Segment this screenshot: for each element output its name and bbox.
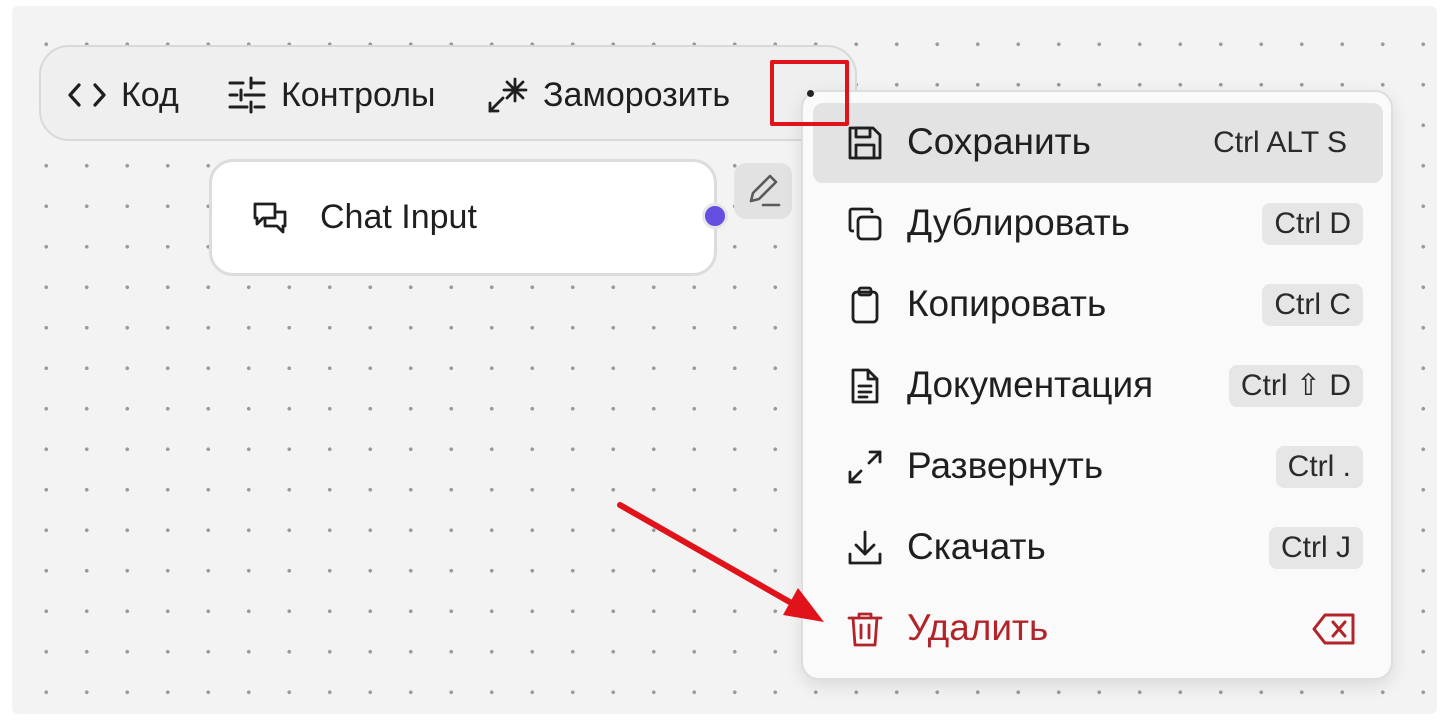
shortcut-badge: Ctrl ALT S — [1213, 126, 1347, 159]
shortcut-badge: Ctrl D — [1262, 203, 1363, 245]
menu-item-expand[interactable]: Развернуть Ctrl . — [813, 427, 1383, 507]
expand-icon — [848, 450, 882, 484]
controls-label: Контролы — [281, 75, 436, 114]
sliders-icon — [228, 76, 266, 114]
menu-item-documentation[interactable]: Документация Ctrl ⇧ D — [813, 346, 1383, 426]
chat-bubbles-icon — [253, 202, 287, 234]
more-options-button[interactable] — [770, 60, 849, 126]
menu-item-label: Скачать — [907, 526, 1046, 567]
more-dots-icon — [807, 90, 814, 97]
code-icon — [68, 83, 106, 107]
menu-item-label: Документация — [907, 364, 1154, 405]
freeze-icon — [488, 77, 528, 113]
menu-item-delete[interactable]: Удалить — [813, 589, 1383, 669]
menu-item-label: Дублировать — [907, 202, 1130, 243]
save-icon — [848, 126, 882, 160]
shortcut-badge: Ctrl J — [1269, 527, 1363, 569]
node-toolbar: Код Контролы Заморозить — [39, 45, 857, 141]
menu-item-copy[interactable]: Копировать Ctrl C — [813, 265, 1383, 345]
menu-item-label: Удалить — [907, 607, 1049, 648]
menu-item-label: Развернуть — [907, 445, 1104, 486]
document-icon — [851, 368, 879, 404]
chat-input-node[interactable]: Chat Input — [209, 159, 717, 276]
menu-item-duplicate[interactable]: Дублировать Ctrl D — [813, 184, 1383, 264]
shortcut-badge: Ctrl . — [1275, 446, 1363, 488]
freeze-button[interactable]: Заморозить — [487, 47, 730, 143]
output-handle[interactable] — [702, 203, 728, 229]
code-label: Код — [121, 75, 179, 114]
shortcut-badge: Ctrl C — [1262, 284, 1363, 326]
clipboard-icon — [851, 286, 879, 324]
node-title: Chat Input — [320, 198, 477, 236]
menu-item-save[interactable]: Сохранить Ctrl ALT S — [813, 103, 1383, 183]
download-icon — [848, 530, 882, 565]
shortcut-badge: Ctrl ⇧ D — [1228, 365, 1363, 407]
node-options-menu: Сохранить Ctrl ALT S Дублировать Ctrl D … — [801, 90, 1393, 680]
trash-icon — [847, 612, 883, 647]
menu-item-download[interactable]: Скачать Ctrl J — [813, 508, 1383, 588]
freeze-label: Заморозить — [543, 75, 731, 114]
pencil-icon — [749, 174, 781, 207]
controls-button[interactable]: Контролы — [227, 47, 435, 143]
menu-item-label: Копировать — [907, 283, 1107, 324]
menu-item-label: Сохранить — [907, 121, 1091, 162]
backspace-icon — [1312, 613, 1355, 645]
duplicate-icon — [848, 207, 882, 241]
edit-node-button[interactable] — [734, 163, 792, 219]
code-button[interactable]: Код — [67, 47, 179, 143]
